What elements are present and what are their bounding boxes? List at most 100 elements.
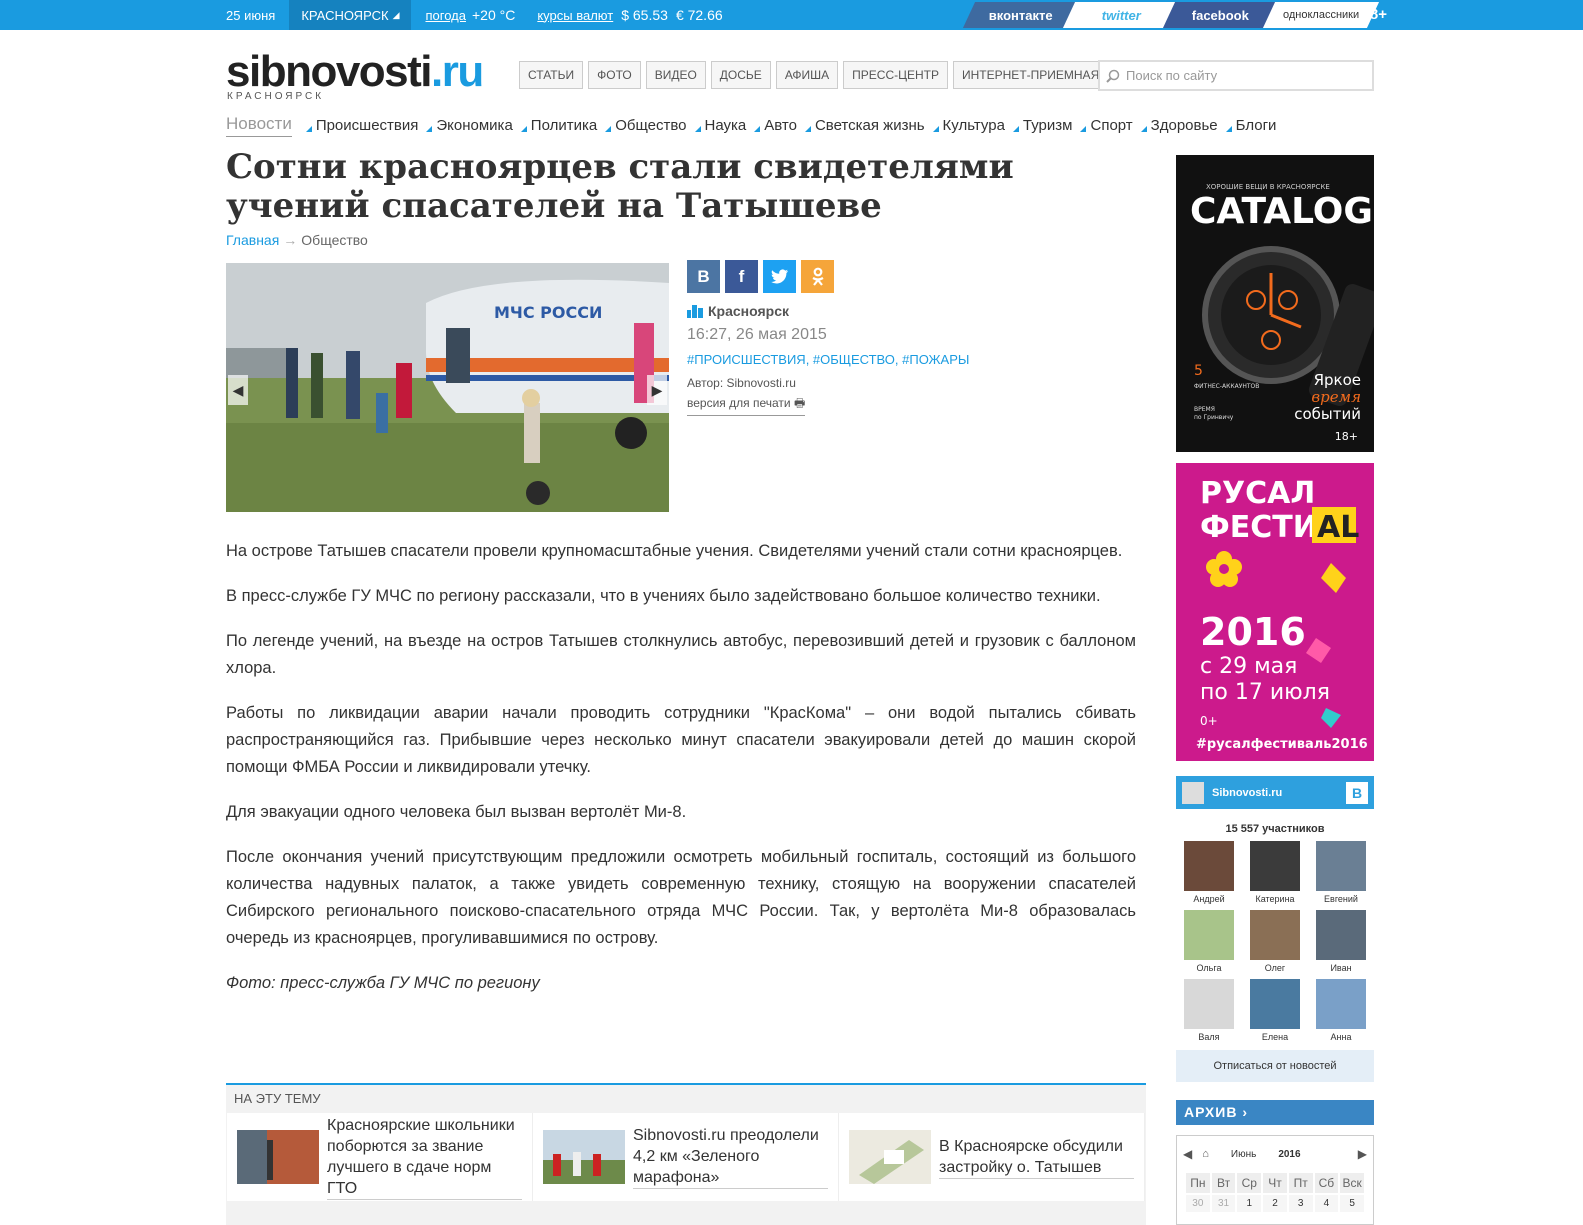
city-selector[interactable]: КРАСНОЯРСК ◢ (289, 0, 412, 30)
svg-text:#русалфестиваль2016: #русалфестиваль2016 (1196, 737, 1368, 752)
vk-widget-header[interactable]: Sibnovosti.ru В (1176, 776, 1374, 809)
home-icon[interactable]: ⌂ (1202, 1148, 1209, 1160)
twitter-icon (770, 268, 788, 283)
logo-city: КРАСНОЯРСК (227, 91, 325, 102)
cat-auto[interactable]: Авто (754, 117, 797, 134)
vk-member-avatar (1184, 979, 1234, 1029)
calendar-day[interactable]: 2 (1263, 1195, 1287, 1212)
photo-helicopter-label: МЧС РОССИ (494, 303, 602, 322)
vk-member-name: Анна (1330, 1032, 1352, 1042)
location-label: Красноярск (708, 303, 790, 319)
triangle-icon (754, 125, 761, 132)
archive-heading[interactable]: АРХИВ › (1176, 1100, 1374, 1125)
cat-blogs[interactable]: Блоги (1225, 117, 1276, 134)
breadcrumb-home[interactable]: Главная (226, 232, 279, 248)
search-input[interactable]: Поиск по сайту (1098, 60, 1374, 91)
cat-science[interactable]: Наука (694, 117, 746, 134)
nav-afisha[interactable]: АФИША (775, 61, 839, 89)
nav-dossier[interactable]: ДОСЬЕ (710, 61, 771, 89)
twitter-link[interactable]: twitter (1062, 2, 1180, 28)
vk-member[interactable]: Андрей (1176, 841, 1242, 904)
cat-tourism[interactable]: Туризм (1012, 117, 1072, 134)
svg-text:5: 5 (1194, 363, 1203, 379)
calendar-next-icon[interactable]: ▶ (1358, 1147, 1367, 1161)
related-item[interactable]: Sibnovosti.ru преодолели 4,2 км «Зеленог… (533, 1113, 839, 1201)
share-ok-button[interactable] (801, 260, 834, 293)
svg-text:ФИТНЕС-АККАУНТОВ: ФИТНЕС-АККАУНТОВ (1194, 383, 1259, 390)
vk-member[interactable]: Катерина (1242, 841, 1308, 904)
related-item[interactable]: Красноярские школьники поборются за зван… (227, 1113, 533, 1201)
current-date: 25 июня (226, 7, 276, 23)
calendar-days: 30 31 1 2 3 4 5 (1177, 1194, 1373, 1213)
share-vk-button[interactable]: В (687, 260, 720, 293)
photo-credit: Фото: пресс-служба ГУ МЧС по региону (226, 974, 540, 992)
vk-member[interactable]: Олег (1242, 910, 1308, 973)
social-links: вконтакте twitter facebook одноклассники (962, 0, 1380, 30)
tab-news[interactable]: Новости (226, 114, 292, 137)
vk-group-avatar (1182, 781, 1204, 804)
photo-next-button[interactable]: ▶ (647, 375, 667, 405)
facebook-link[interactable]: facebook (1162, 2, 1280, 28)
vk-unsubscribe-button[interactable]: Отписаться от новостей (1176, 1050, 1374, 1082)
calendar-day[interactable]: 3 (1288, 1195, 1313, 1212)
share-twitter-button[interactable] (763, 260, 796, 293)
svg-text:2016: 2016 (1200, 610, 1306, 654)
cat-politics[interactable]: Политика (520, 117, 597, 134)
cat-sport[interactable]: Спорт (1080, 117, 1133, 134)
catalog-ad-banner[interactable]: ХОРОШИЕ ВЕЩИ В КРАСНОЯРСКЕ CATALOG 5 ФИТ… (1176, 155, 1374, 452)
vk-link[interactable]: вконтакте (962, 2, 1080, 28)
article-tags[interactable]: #ПРОИСШЕСТВИЯ, #ОБЩЕСТВО, #ПОЖАРЫ (687, 352, 969, 367)
calendar-day[interactable]: 31 (1211, 1195, 1236, 1212)
arrow-right-icon: → (283, 232, 298, 248)
related-link[interactable]: Sibnovosti.ru преодолели 4,2 км «Зеленог… (633, 1125, 828, 1189)
site-logo[interactable]: sibnovosti.ru (226, 50, 484, 94)
nav-articles[interactable]: СТАТЬИ (519, 61, 584, 89)
related-link[interactable]: В Красноярске обсудили застройку о. Таты… (939, 1136, 1134, 1179)
article-paragraph: После окончания учений присутствующим пр… (226, 848, 1136, 947)
age-rating: 18+ (1361, 6, 1387, 23)
rusal-festival-ad-banner[interactable]: РУСАЛ ФЕСТИВ AL 2016 с 29 мая по 17 июля… (1176, 463, 1374, 761)
rates-link[interactable]: курсы валют (537, 8, 613, 23)
usd-rate: $ 65.53 (621, 7, 668, 23)
related-articles: НА ЭТУ ТЕМУ Красноярские школьники побор… (226, 1083, 1146, 1225)
triangle-icon (1225, 125, 1232, 132)
cat-health[interactable]: Здоровье (1140, 117, 1218, 134)
nav-photo[interactable]: ФОТО (588, 61, 641, 89)
vk-member[interactable]: Валя (1176, 979, 1242, 1042)
cat-society[interactable]: Общество (605, 117, 687, 134)
city-label: КРАСНОЯРСК (301, 7, 389, 23)
calendar-day[interactable]: 30 (1186, 1195, 1210, 1212)
vk-member-avatar (1316, 979, 1366, 1029)
calendar-day[interactable]: 4 (1314, 1195, 1339, 1212)
nav-press-center[interactable]: ПРЕСС-ЦЕНТР (843, 61, 949, 89)
archive-calendar: ◀ ⌂ Июнь 2016 ▶ Пн Вт Ср Чт Пт Сб Вск 30 31 1 2 3 4… (1176, 1135, 1374, 1225)
vk-member[interactable]: Евгений (1308, 841, 1374, 904)
related-item[interactable]: В Красноярске обсудили застройку о. Таты… (839, 1113, 1145, 1201)
nav-reception[interactable]: ИНТЕРНЕТ-ПРИЕМНАЯ (953, 61, 1109, 89)
cat-economy[interactable]: Экономика (426, 117, 513, 134)
triangle-icon (426, 125, 433, 132)
article-author: Автор: Sibnovosti.ru (687, 376, 796, 390)
calendar-day[interactable]: 1 (1237, 1195, 1262, 1212)
cat-social-life[interactable]: Светская жизнь (804, 117, 925, 134)
vk-member[interactable]: Елена (1242, 979, 1308, 1042)
cat-incidents[interactable]: Происшествия (305, 117, 418, 134)
vk-member-grid: Андрей Катерина Евгений Ольга Олег Иван Валя Ел… (1176, 841, 1374, 1048)
cat-culture[interactable]: Культура (932, 117, 1005, 134)
calendar-month: Июнь (1230, 1148, 1257, 1160)
vk-member-name: Олег (1264, 963, 1286, 973)
photo-prev-button[interactable]: ◀ (228, 375, 248, 405)
share-facebook-button[interactable]: f (725, 260, 758, 293)
related-link[interactable]: Красноярские школьники поборются за зван… (327, 1115, 522, 1200)
related-thumbnail (543, 1130, 625, 1184)
article-title: Сотни красноярцев стали свидетелями учен… (226, 147, 1014, 226)
calendar-day[interactable]: 5 (1340, 1195, 1364, 1212)
print-version-link[interactable]: версия для печати 🖶 (687, 394, 806, 416)
nav-video[interactable]: ВИДЕО (645, 61, 706, 89)
rusal-ad-art: РУСАЛ ФЕСТИВ AL 2016 с 29 мая по 17 июля… (1176, 463, 1374, 761)
vk-member[interactable]: Анна (1308, 979, 1374, 1042)
vk-member[interactable]: Ольга (1176, 910, 1242, 973)
weather-link[interactable]: погода (425, 8, 466, 23)
calendar-prev-icon[interactable]: ◀ (1183, 1147, 1192, 1161)
vk-member[interactable]: Иван (1308, 910, 1374, 973)
